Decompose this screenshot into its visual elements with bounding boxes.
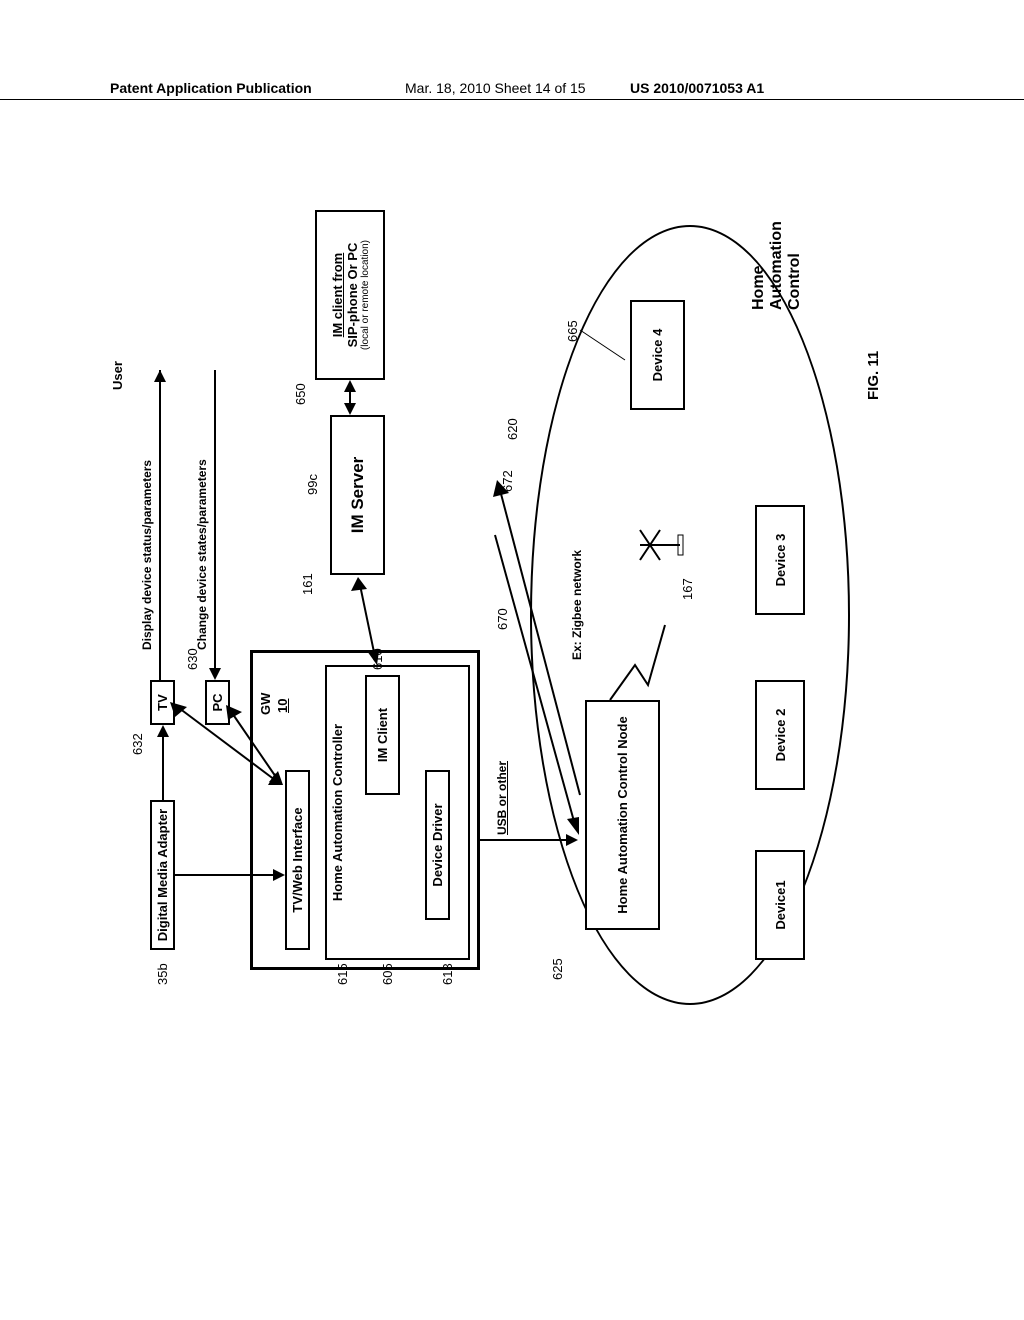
ref-665-line: [580, 310, 630, 360]
fig-label: FIG. 11: [865, 351, 882, 400]
dev3-box: Device 3: [755, 505, 805, 615]
ref-615: 615: [335, 963, 350, 985]
devdrv-box: Device Driver: [425, 770, 450, 920]
wireless-icon: [610, 570, 670, 700]
usb-label: USB or other: [495, 761, 509, 835]
hac-title: Home Automation Control: [750, 200, 804, 310]
imclient-remote-box: IM client from SIP-phone Or PC (local or…: [315, 210, 385, 380]
usb-text: USB or other: [495, 761, 509, 835]
dma-tvweb-arrow: [175, 860, 290, 890]
ref-99c: 99c: [305, 474, 320, 495]
antenna-icon: [635, 525, 685, 565]
ref-672: 672: [500, 470, 515, 492]
imclient-remote-l3: (local or remote location): [360, 240, 371, 350]
pc-tvweb-arrow: [230, 700, 290, 790]
ref-161: 161: [300, 573, 315, 595]
header-right: US 2010/0071053 A1: [630, 80, 764, 96]
display-label: Display device status/parameters: [140, 460, 154, 650]
ref-167: 167: [680, 578, 695, 600]
ref-625: 625: [550, 958, 565, 980]
imclient-box: IM Client: [365, 675, 400, 795]
imclient-remote-l2: SIP-phone Or PC: [345, 243, 360, 348]
dev1-box: Device1: [755, 850, 805, 960]
ctrlnode-box: Home Automation Control Node: [585, 700, 660, 930]
imclient-remote-l1: IM client from: [330, 253, 345, 338]
hac-box-label: Home Automation Controller: [330, 724, 345, 901]
ref-632: 632: [130, 733, 145, 755]
imserver-box: IM Server: [330, 415, 385, 575]
server-remote-arrow: [335, 375, 365, 415]
zigbee-label: Ex: Zigbee network: [570, 550, 584, 660]
ref-605: 605: [380, 963, 395, 985]
dev2-box: Device 2: [755, 680, 805, 790]
dma-tv-arrow: [148, 720, 178, 800]
ref-630: 630: [185, 648, 200, 670]
ref-613: 613: [440, 963, 455, 985]
diagram-canvas: User Digital Media Adapter 35b TV 632 PC…: [130, 240, 860, 950]
ref-650: 650: [293, 383, 308, 405]
ref-620: 620: [505, 418, 520, 440]
ref-665: 665: [565, 320, 580, 342]
dev4-box: Device 4: [630, 300, 685, 410]
header-mid: Mar. 18, 2010 Sheet 14 of 15: [405, 80, 586, 96]
user-label: User: [110, 361, 125, 390]
ref-35b: 35b: [155, 963, 170, 985]
header-left: Patent Application Publication: [110, 80, 312, 96]
dma-box: Digital Media Adapter: [150, 800, 175, 950]
page-header: Patent Application Publication Mar. 18, …: [0, 80, 1024, 100]
imclient-imserver-arrow: [345, 570, 405, 665]
change-label: Change device states/parameters: [195, 459, 209, 650]
